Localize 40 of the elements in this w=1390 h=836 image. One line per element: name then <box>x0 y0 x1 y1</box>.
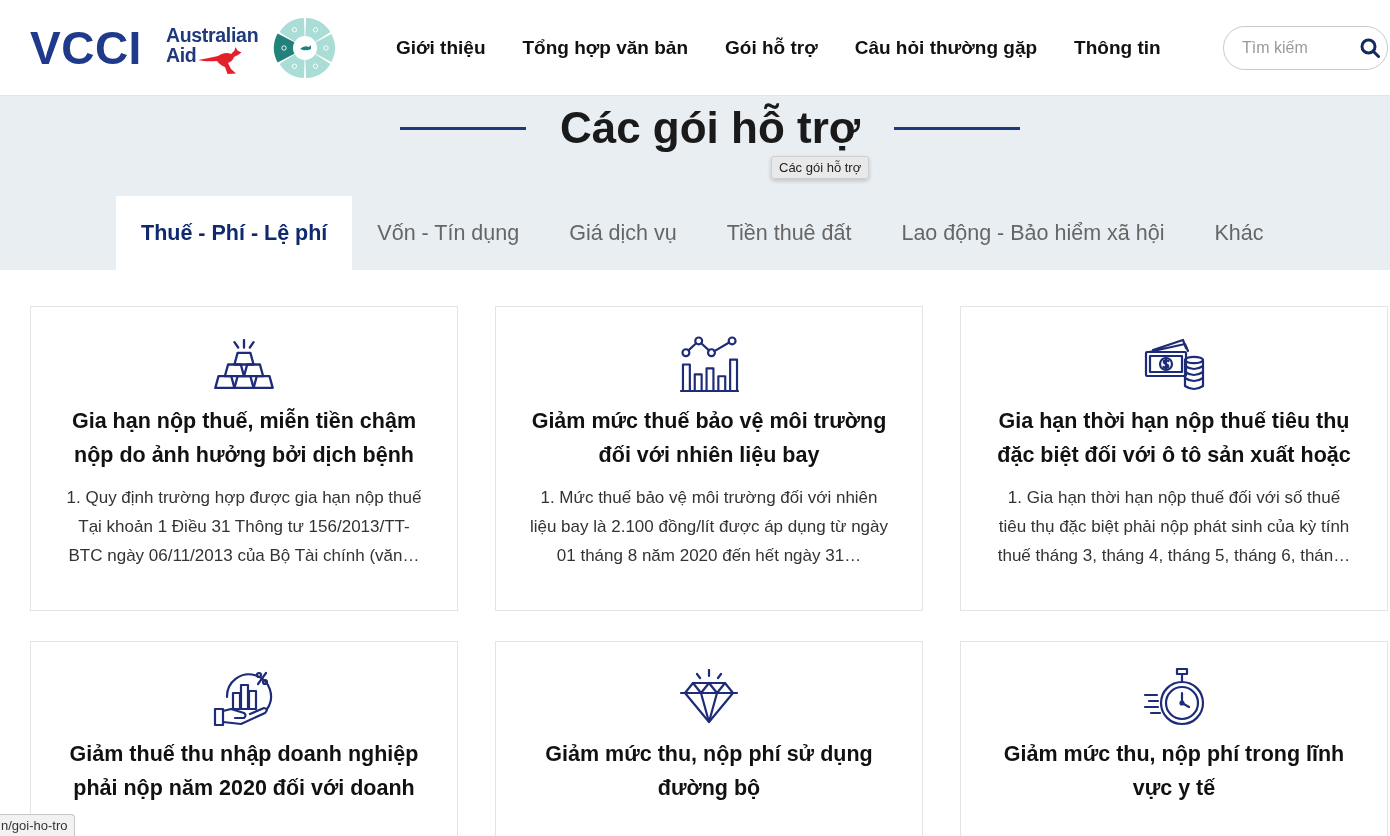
tab[interactable]: Vốn - Tín dụng <box>352 196 545 270</box>
card-title: Giảm thuế thu nhập doanh nghiệp phải nộp năm 2020 đối với doanh <box>68 741 420 802</box>
logo-text: Australian <box>165 24 259 45</box>
cash-and-coins-icon <box>1143 336 1205 392</box>
card[interactable]: Gia hạn nộp thuế, miễn tiền chậm nộp do ảnh hưởng bởi dịch bệnh 1. Quy định trường hợp được gia hạn nộp thuế Tại khoản 1 Điều 31 Thông tư 156/2013/TT-BTC ngày 06/11/2013 của Bộ Tài chính (văn… <box>30 306 458 611</box>
tab[interactable]: Lao động - Bảo hiểm xã hội <box>876 196 1190 270</box>
card-description: 1. Gia hạn thời hạn nộp thuế đối với số thuế tiêu thụ đặc biệt phải nộp phát sinh của kỳ tính thuế tháng 3, tháng 4, tháng 5, tháng 6, thán… <box>996 487 1352 567</box>
kangaroo-icon <box>198 46 243 75</box>
nav-link[interactable]: Gói hỗ trợ <box>725 36 818 59</box>
card-description: 1. Mức thuế bảo vệ môi trường đối với nhiên liệu bay là 2.100 đồng/lít được áp dụng từ ngày 01 tháng 8 năm 2020 đến hết ngày 31… <box>528 487 890 567</box>
search-icon[interactable] <box>1360 37 1380 58</box>
ingot-stack-icon <box>213 338 275 390</box>
nav-link[interactable]: Câu hỏi thường gặp <box>854 36 1038 59</box>
tooltip: Các gói hỗ trợ <box>771 156 870 179</box>
line-and-bar-chart-icon <box>679 335 739 393</box>
search-field[interactable]: Tìm kiếm <box>1223 25 1388 70</box>
card[interactable]: Giảm mức thuế bảo vệ môi trường đối với nhiên liệu bay 1. Mức thuế bảo vệ môi trường đối với nhiên liệu bay là 2.100 đồng/lít được áp dụng từ ngày 01 tháng 8 năm 2020 đến hết ngày 31… <box>495 306 923 611</box>
nav-link[interactable]: Tổng hợp văn bản <box>522 36 688 59</box>
diamond-icon <box>679 669 739 725</box>
status-url: n/goi-ho-tro <box>0 814 76 836</box>
card[interactable]: Giảm mức thu, nộp phí trong lĩnh vực y tế <box>960 641 1388 836</box>
wheel-logo-icon <box>273 15 338 80</box>
card-title: Gia hạn thời hạn nộp thuế tiêu thụ đặc biệt đối với ô tô sản xuất hoặc <box>996 408 1352 469</box>
tab[interactable]: Khác <box>1189 196 1289 270</box>
tab[interactable]: Giá dịch vụ <box>544 196 702 270</box>
card-title: Giảm mức thuế bảo vệ môi trường đối với nhiên liệu bay <box>530 408 888 469</box>
stopwatch-icon <box>1143 667 1205 727</box>
card-title: Gia hạn nộp thuế, miễn tiền chậm nộp do ảnh hưởng bởi dịch bệnh <box>70 407 417 469</box>
nav-link[interactable]: Thông tin <box>1074 36 1161 59</box>
tab[interactable]: Thuế - Phí - Lệ phí <box>116 196 353 270</box>
card[interactable]: Giảm mức thu, nộp phí sử dụng đường bộ <box>495 641 923 836</box>
brand-logo[interactable]: VCCI <box>30 27 142 68</box>
card[interactable] <box>960 306 1388 611</box>
tab[interactable]: Tiền thuê đất <box>701 196 877 270</box>
card-description: 1. Quy định trường hợp được gia hạn nộp thuế Tại khoản 1 Điều 31 Thông tư 156/2013/TT-BTC ngày 06/11/2013 của Bộ Tài chính (văn… <box>65 487 423 567</box>
page-title: Các gói hỗ trợ <box>559 102 861 154</box>
nav-link[interactable]: Giới thiệu <box>396 36 486 59</box>
card-title: Giảm mức thu, nộp phí sử dụng đường bộ <box>544 741 874 802</box>
card-title: Giảm mức thu, nộp phí trong lĩnh vực y tế <box>1002 741 1346 802</box>
logo-text: Aid <box>165 44 197 65</box>
